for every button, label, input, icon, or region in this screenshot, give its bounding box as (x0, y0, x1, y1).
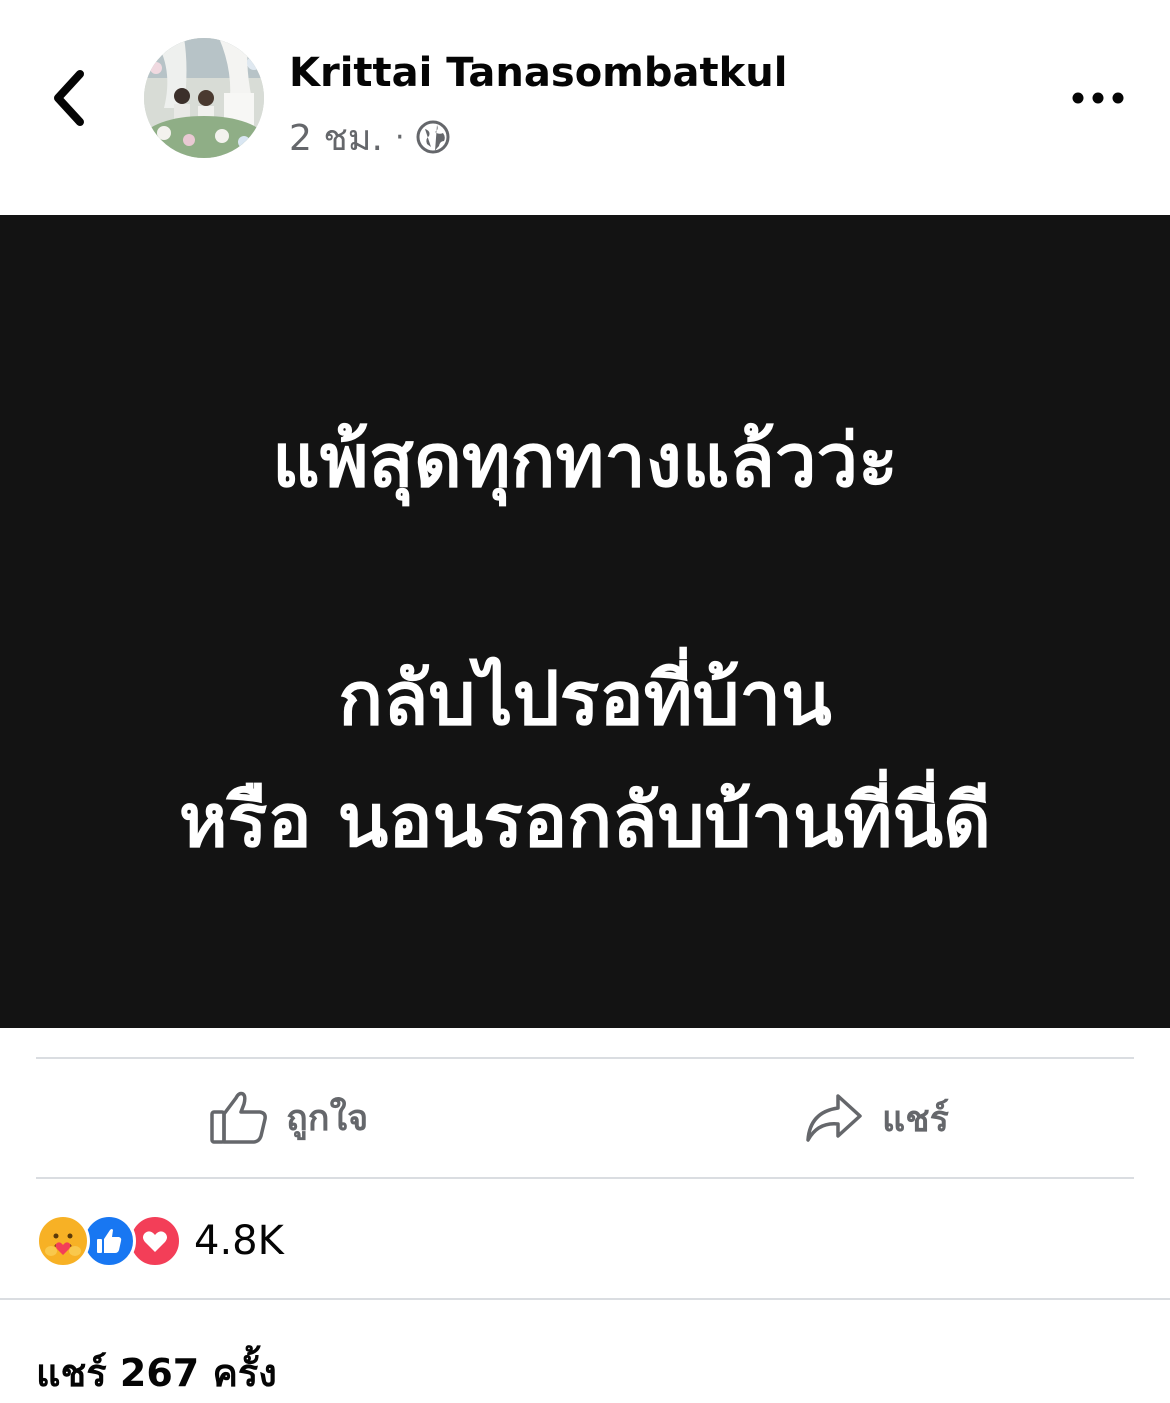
post-meta: 2 ชม. · (289, 112, 451, 162)
share-count[interactable]: แชร์ 267 ครั้ง (36, 1342, 277, 1403)
love-icon (128, 1214, 182, 1268)
share-label: แชร์ (882, 1098, 949, 1140)
divider-full (0, 1298, 1170, 1300)
post-image[interactable]: แพ้สุดทุกทางแล้วว่ะ กลับไปรอที่บ้าน หรือ… (0, 215, 1170, 1028)
divider-top (36, 1057, 1134, 1059)
share-button[interactable]: แชร์ (804, 1090, 949, 1146)
like-icon (82, 1214, 136, 1268)
post-image-line-3: หรือ นอนรอกลับบ้านที่นี่ดี (178, 778, 992, 864)
globe-icon (415, 119, 451, 155)
like-button[interactable]: ถูกใจ (208, 1086, 368, 1148)
chevron-left-icon (54, 70, 84, 126)
post-image-line-1: แพ้สุดทุกทางแล้วว่ะ (272, 418, 898, 504)
post-header: Krittai Tanasombatkul 2 ชม. · (0, 0, 1170, 215)
author-avatar[interactable] (144, 38, 264, 158)
reaction-count: 4.8K (194, 1218, 284, 1264)
share-arrow-icon (806, 1094, 862, 1142)
thumbs-up-icon (210, 1091, 267, 1144)
care-icon (36, 1214, 90, 1268)
more-dots-icon (1072, 92, 1124, 104)
post-image-line-2: กลับไปรอที่บ้าน (338, 656, 832, 742)
author-name[interactable]: Krittai Tanasombatkul (289, 50, 787, 96)
more-options-button[interactable] (1068, 80, 1128, 116)
post-time[interactable]: 2 ชม. (289, 109, 383, 166)
reactions-summary[interactable]: 4.8K (36, 1214, 284, 1268)
divider-bottom (36, 1177, 1134, 1179)
like-label: ถูกใจ (286, 1097, 369, 1139)
separator-dot: · (394, 119, 405, 155)
back-button[interactable] (44, 62, 100, 134)
